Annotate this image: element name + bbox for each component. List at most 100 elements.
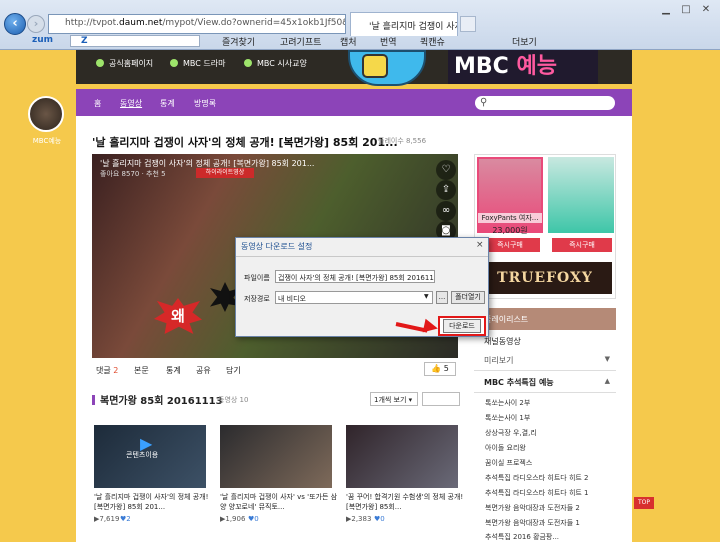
thumb-plays: ▶2,383 [346, 515, 372, 523]
close-window-button[interactable]: ✕ [696, 4, 716, 18]
sidebar-item-label: 채널동영상 [484, 337, 521, 346]
chevron-down-icon[interactable]: ▼ [605, 355, 610, 363]
like-button[interactable]: 👍 5 [424, 362, 456, 376]
video-title: '날 흘리지마 겁쟁이 사자'의 정체 공개! [복면가왕] 85회 201..… [92, 136, 398, 149]
open-folder-button[interactable]: 폴더열기 [451, 291, 485, 304]
list-item[interactable]: 아이돌 요리왕 [485, 443, 526, 453]
gift-menu[interactable]: 고려기프트 [280, 35, 321, 48]
address-bar[interactable]: http://tvpot.daum.net/mypot/View.do?owne… [48, 14, 346, 34]
mbc-logo: MBC 예능 [448, 50, 598, 84]
forward-button[interactable]: › [27, 15, 45, 33]
video-thumb[interactable] [220, 425, 332, 488]
sidebar-item-chuseok[interactable]: MBC 추석특집 예능 ▲ [474, 371, 616, 393]
dialog-close-button[interactable]: × [476, 240, 484, 250]
zum-logo[interactable]: zum [32, 35, 53, 45]
channel-avatar[interactable] [28, 96, 64, 132]
nav-stats[interactable]: 통계 [160, 98, 175, 109]
playlist-section-title: 복면가왕 85회 20161113 [92, 392, 223, 407]
scroll-top-button[interactable]: TOP [634, 497, 654, 509]
channel-search-input[interactable] [475, 96, 615, 110]
chevron-down-icon[interactable]: ▼ [424, 293, 429, 300]
address-domain: daum.net [119, 18, 163, 28]
list-item[interactable]: 톡쏘는사이 2부 [485, 398, 530, 408]
tab-stats[interactable]: 통계 [166, 365, 181, 376]
path-label: 저장경로 [244, 295, 270, 303]
sidebar-item-preview[interactable]: 미리보기 ▼ [474, 349, 616, 371]
share-icon[interactable]: ⇪ [436, 180, 456, 200]
view-mode-select[interactable]: 1개씩 보기 ▾ [370, 392, 418, 406]
minimize-button[interactable]: ▁ [656, 4, 676, 18]
capture-menu[interactable]: 캡처 [340, 35, 357, 48]
more-menu[interactable]: 더보기 [512, 35, 537, 48]
heart-icon[interactable]: ♡ [436, 160, 456, 180]
address-text: http://tvpot. [65, 18, 120, 28]
ad-product-name[interactable]: FoxyPants 여자... [478, 213, 542, 223]
tab-share[interactable]: 공유 [196, 365, 211, 376]
thumb-caption[interactable]: '날 흘리지마 겁쟁이 사자' vs '또가든 삼양 양꼬로네' 뮤직토... [220, 492, 338, 512]
nav-videos[interactable]: 동영상 [120, 98, 142, 109]
nav-guestbook[interactable]: 방명록 [194, 98, 216, 109]
sidebar-item-label: 미리보기 [484, 356, 514, 365]
ad-buy-button[interactable]: 즉시구매 [480, 238, 540, 252]
mbc-logo-text: MBC [454, 54, 509, 79]
video-thumb[interactable] [346, 425, 458, 488]
channel-name: MBC예능 [32, 137, 62, 145]
banner-link-homepage[interactable]: 공식홈페이지 [96, 58, 153, 69]
thumb-plays: ▶1,906 [220, 515, 246, 523]
zum-search-input[interactable]: Z [70, 35, 200, 47]
clean-menu[interactable]: 퀵캔슈 [420, 35, 445, 48]
list-item[interactable]: 톡쏘는사이 1부 [485, 413, 530, 423]
play-icon: ▶ [140, 434, 153, 453]
ad-product-price: 23,000원 [492, 226, 528, 235]
maximize-button[interactable]: □ [676, 4, 696, 18]
player-badge: 하이라이트영상 [196, 168, 254, 178]
list-item[interactable]: 추석특집 2016 황금팡... [485, 532, 559, 542]
thumb-likes: ♥0 [248, 515, 259, 523]
mbc-logo-sub: 예능 [516, 54, 557, 79]
browse-button[interactable]: ... [436, 291, 448, 304]
tab-add[interactable]: 담기 [226, 365, 241, 376]
filename-field[interactable]: 겁쟁이 사자'의 정체 공개! [복면가왕] 85회 20161113 [275, 270, 435, 283]
search-icon[interactable]: ⚲ [480, 97, 487, 108]
list-item[interactable]: 추석특집 라디오스타 히트다 히트 1 [485, 488, 589, 498]
filename-label: 파일이름 [244, 274, 270, 282]
ad-brand-banner[interactable]: TRUEFOXY [478, 262, 612, 294]
list-item[interactable]: 복면가왕 음악대장과 도전자들 1 [485, 518, 580, 528]
thumb-caption[interactable]: '날 흘리지마 겁쟁이 사자'의 정체 공개! [복면가왕] 85회 201..… [94, 492, 212, 512]
list-item[interactable]: 상상극장 우,결,리 [485, 428, 537, 438]
list-item[interactable]: 복면가왕 음악대장과 도전자들 2 [485, 503, 580, 513]
dialog-title: 동영상 다운로드 설정 [241, 242, 313, 251]
tab-comments[interactable]: 댓글 2 [96, 365, 118, 376]
address-path: /mypot/View.do?ownerid=45x1okb1Jf50&play… [162, 18, 345, 28]
list-item[interactable]: 추석특집 라디오스타 히트다 히트 2 [485, 473, 589, 483]
list-item[interactable]: 꿈이실 프로젝스 [485, 458, 532, 468]
new-tab-button[interactable] [460, 16, 476, 32]
sidebar-header[interactable]: 플레이리스트 [474, 308, 616, 330]
view-toggle[interactable] [422, 392, 460, 406]
tab-info[interactable]: 본문 [134, 365, 149, 376]
thumb-likes: ♥0 [374, 515, 385, 523]
sidebar-item-label: MBC 추석특집 예능 [484, 378, 554, 387]
thumb-caption[interactable]: '꿈 꾸어! 합격기원 수험생'의 정체 공개! [복면가왕] 85회... [346, 492, 464, 512]
playlist-count: 동영상 10 [218, 396, 249, 404]
save-path-select[interactable]: 내 비디오 [275, 291, 433, 304]
thumb-likes: ♥2 [120, 515, 131, 523]
download-button[interactable]: 다운로드 [443, 319, 481, 333]
translate-menu[interactable]: 번역 [380, 35, 397, 48]
bookmarks-menu[interactable]: 즐겨찾기 [222, 35, 255, 48]
comment-count: 2 [113, 366, 119, 375]
ad-product-image[interactable] [548, 157, 614, 233]
link-icon[interactable]: ∞ [436, 201, 456, 221]
player-meta: 좋아요 8570 · 추천 5 [100, 170, 166, 178]
banner-link-current[interactable]: MBC 시사교양 [244, 58, 307, 69]
mascot-face [362, 54, 388, 78]
ad-buy-button[interactable]: 즉시구매 [552, 238, 612, 252]
chevron-up-icon[interactable]: ▲ [605, 377, 610, 385]
dialog-divider [236, 256, 488, 257]
banner-link-drama[interactable]: MBC 드라마 [170, 58, 225, 69]
browser-tab[interactable]: '날 흘리지마 겁쟁이 사자' [350, 12, 458, 36]
back-button[interactable]: ‹ [4, 13, 26, 35]
nav-home[interactable]: 홈 [94, 98, 101, 109]
thumb-plays: ▶7,619 [94, 515, 120, 523]
arrow-head [422, 318, 440, 336]
